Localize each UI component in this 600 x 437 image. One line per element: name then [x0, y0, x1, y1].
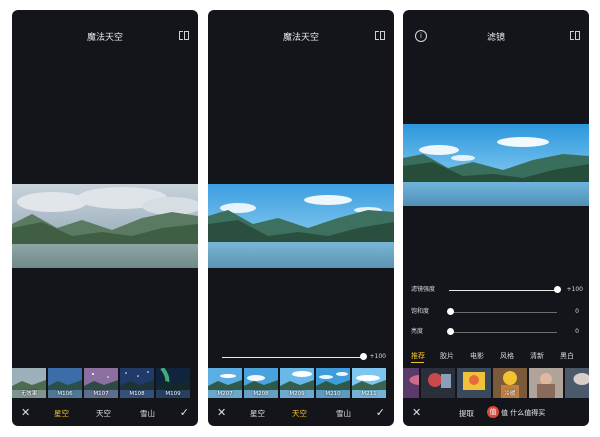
edited-photo	[403, 124, 589, 206]
filter-thumbnail-selected[interactable]: 冷暖	[493, 368, 527, 398]
effect-thumbnail-selected[interactable]: M210	[316, 368, 350, 398]
close-icon[interactable]: ✕	[412, 406, 421, 419]
effect-thumbnail-strip: M207 M208 M209 M210 M211	[208, 368, 394, 398]
edited-photo	[208, 184, 394, 268]
intensity-slider[interactable]: +100	[216, 351, 386, 363]
tab-starry[interactable]: 星空	[250, 408, 265, 419]
filter-thumbnail[interactable]	[565, 368, 589, 398]
compare-icon[interactable]	[570, 31, 580, 40]
tab-extract[interactable]: 提取	[459, 408, 474, 419]
effect-thumbnail[interactable]: M107	[84, 368, 118, 398]
effect-thumbnail[interactable]: M208	[244, 368, 278, 398]
tab-sky[interactable]: 天空	[96, 408, 111, 419]
filter-strength-slider[interactable]: 滤镜强度 +100	[411, 284, 587, 296]
filter-thumbnail-strip: 冷暖	[403, 368, 589, 398]
page-title: 滤镜	[486, 33, 505, 43]
effect-thumbnail[interactable]: M207	[208, 368, 242, 398]
page-title: 魔法天空	[282, 33, 319, 43]
brightness-slider[interactable]: 亮度 0	[411, 326, 587, 338]
watermark-text: 值 什么值得买	[501, 409, 546, 417]
tab-starry[interactable]: 星空	[54, 408, 69, 419]
tab-snow-mountain[interactable]: 雪山	[140, 408, 155, 419]
effect-thumbnail[interactable]: 无效果	[12, 368, 46, 398]
check-icon[interactable]: ✓	[180, 406, 189, 419]
bottom-toolbar: ✕ 提取 值 值 什么值得买	[403, 400, 589, 426]
effect-thumbnail[interactable]: M209	[280, 368, 314, 398]
tab-snow-mountain[interactable]: 雪山	[336, 408, 351, 419]
category-style[interactable]: 风格	[500, 351, 514, 361]
filter-thumbnail[interactable]	[421, 368, 455, 398]
panel-filter: i 滤镜 滤镜强度 +100 饱和度 0 亮度 0 推荐 胶片 电影 风格 清新…	[403, 10, 589, 426]
compare-icon[interactable]	[375, 31, 385, 40]
effect-thumbnail-strip: 无效果 M106 M107 M108 M109	[12, 368, 198, 398]
filter-thumbnail[interactable]	[403, 368, 419, 398]
tab-sky[interactable]: 天空	[292, 408, 307, 419]
panel-magic-sky-starry: 魔法天空 无效果 M106 M107 M108 M109 ✕ 星空 天空 雪山 …	[12, 10, 198, 426]
saturation-slider[interactable]: 饱和度 0	[411, 306, 587, 318]
category-recommended[interactable]: 推荐	[411, 351, 425, 361]
filter-category-tabs: 推荐 胶片 电影 风格 清新 黑白	[403, 351, 589, 363]
bottom-toolbar: ✕ 星空 天空 雪山 ✓	[208, 400, 394, 426]
close-icon[interactable]: ✕	[217, 406, 226, 419]
category-film[interactable]: 胶片	[440, 351, 454, 361]
category-movie[interactable]: 电影	[470, 351, 484, 361]
bottom-toolbar: ✕ 星空 天空 雪山 ✓	[12, 400, 198, 426]
effect-thumbnail[interactable]: M106	[48, 368, 82, 398]
watermark-logo: 值	[487, 406, 499, 418]
category-black-white[interactable]: 黑白	[560, 351, 574, 361]
compare-icon[interactable]	[179, 31, 189, 40]
effect-thumbnail[interactable]: M108	[120, 368, 154, 398]
category-fresh[interactable]: 清新	[530, 351, 544, 361]
slider-knob[interactable]	[554, 286, 561, 293]
effect-thumbnail[interactable]: M211	[352, 368, 386, 398]
close-icon[interactable]: ✕	[21, 406, 30, 419]
filter-thumbnail[interactable]	[529, 368, 563, 398]
edited-photo	[12, 184, 198, 268]
slider-knob[interactable]	[447, 308, 454, 315]
slider-knob[interactable]	[447, 328, 454, 335]
filter-thumbnail[interactable]	[457, 368, 491, 398]
effect-thumbnail[interactable]: M109	[156, 368, 190, 398]
check-icon[interactable]: ✓	[376, 406, 385, 419]
page-title: 魔法天空	[86, 33, 123, 43]
panel-magic-sky-sky: 魔法天空 +100 M207 M208 M209 M210 M211 ✕ 星空 …	[208, 10, 394, 426]
